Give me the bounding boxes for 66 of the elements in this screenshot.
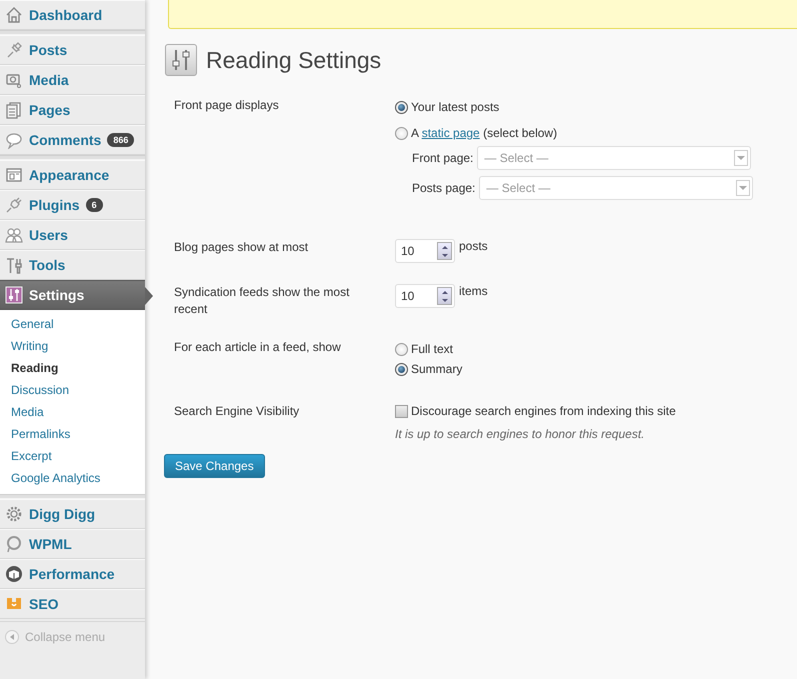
select-label: Posts page: [412, 181, 476, 195]
submenu-item[interactable]: Discussion [0, 379, 145, 401]
dropdown-value: — Select — [484, 151, 548, 165]
spinner-icon[interactable] [437, 287, 452, 305]
people-icon [5, 226, 23, 244]
submenu-item[interactable]: Writing [0, 335, 145, 357]
submenu-item[interactable]: Google Analytics [0, 467, 145, 489]
option-label: Summary [411, 362, 462, 376]
sliders-icon [165, 44, 197, 76]
menu-item[interactable]: WPML [0, 529, 145, 559]
submenu-item[interactable]: Excerpt [0, 445, 145, 467]
spinner-icon[interactable] [437, 242, 452, 260]
save-changes-button[interactable]: Save Changes [164, 454, 265, 478]
page-title: Reading Settings [206, 46, 382, 74]
menu-item[interactable]: Plugins 6 [0, 190, 145, 220]
page-dropdown[interactable]: — Select — [477, 146, 752, 170]
plug-icon [5, 196, 23, 214]
field-label: Syndication feeds show the most recent [174, 284, 350, 318]
menu-item[interactable]: SEO [0, 589, 145, 619]
submenu-item[interactable]: General [0, 313, 145, 335]
field-label: Search Engine Visibility [174, 403, 300, 420]
number-field[interactable]: 10 [395, 239, 455, 263]
field-value: 10 [401, 244, 414, 258]
checkbox[interactable] [395, 404, 408, 418]
page-dropdown[interactable]: — Select — [479, 176, 754, 200]
menu-item[interactable]: Pages [0, 95, 145, 125]
field-label: Front page displays [174, 97, 280, 114]
field-label: For each article in a feed, show [174, 339, 342, 356]
field-label: Blog pages show at most [174, 239, 310, 256]
layout-icon [5, 166, 23, 184]
menu-item[interactable]: Appearance [0, 160, 145, 190]
submenu-item[interactable]: Permalinks [0, 423, 145, 445]
ring-icon [5, 535, 23, 553]
count-badge: 6 [86, 198, 103, 212]
submenu-item[interactable]: Reading [0, 357, 145, 379]
radio-button[interactable] [395, 362, 408, 376]
speech-bubble-icon [5, 131, 23, 149]
option-label: A static page (select below) [411, 126, 558, 140]
submenu-item[interactable]: Media [0, 401, 145, 423]
gear-icon [5, 505, 23, 523]
select-label: Front page: [412, 151, 474, 165]
menu-item[interactable]: Performance [0, 559, 145, 589]
menu-item[interactable]: Digg Digg [0, 499, 145, 529]
radio-button[interactable] [395, 100, 408, 114]
box-icon [5, 565, 23, 583]
dropdown-value: — Select — [486, 181, 550, 195]
option-label: Your latest posts [411, 100, 500, 114]
static-page-link[interactable]: static page [422, 126, 480, 140]
radio-button[interactable] [395, 342, 408, 356]
tools-icon [5, 256, 23, 274]
menu-item[interactable]: Users [0, 220, 145, 250]
unit-label: items [459, 284, 488, 298]
checkbox-label: Discourage search engines from indexing this site [411, 404, 676, 418]
unit-label: posts [459, 239, 488, 253]
menu-item[interactable]: Media [0, 65, 145, 95]
help-text: It is up to search engines to honor this request. [395, 427, 646, 441]
pushpin-icon [5, 41, 23, 59]
pages-icon [5, 101, 23, 119]
option-label: Full text [411, 342, 454, 356]
sliders-icon [5, 286, 23, 304]
number-field[interactable]: 10 [395, 284, 455, 308]
count-badge: 866 [107, 133, 134, 147]
radio-button[interactable] [395, 126, 408, 140]
field-value: 10 [401, 289, 414, 303]
house-icon [5, 6, 23, 24]
menu-item[interactable]: Posts [0, 35, 145, 65]
